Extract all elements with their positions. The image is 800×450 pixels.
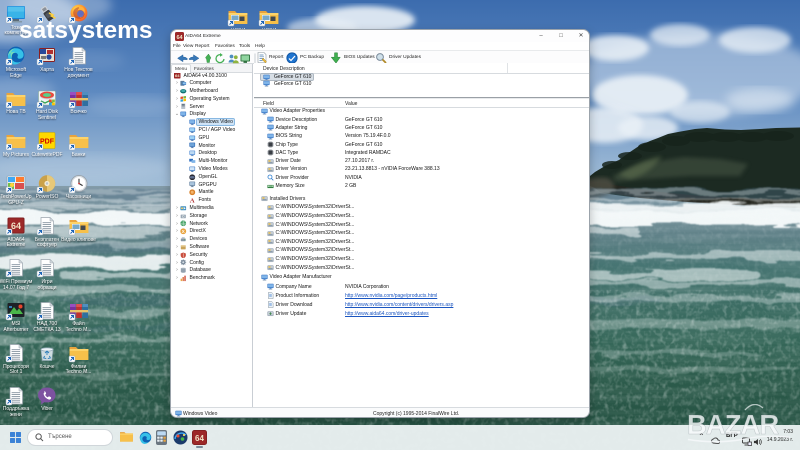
svg-text:64: 64	[176, 35, 183, 41]
svg-text:64: 64	[11, 221, 21, 231]
svg-text:X: X	[182, 229, 185, 234]
svg-text:BAZAR: BAZAR	[687, 409, 779, 440]
svg-text:A: A	[190, 198, 195, 204]
svg-text:64: 64	[175, 73, 180, 78]
svg-text:64: 64	[195, 434, 204, 443]
